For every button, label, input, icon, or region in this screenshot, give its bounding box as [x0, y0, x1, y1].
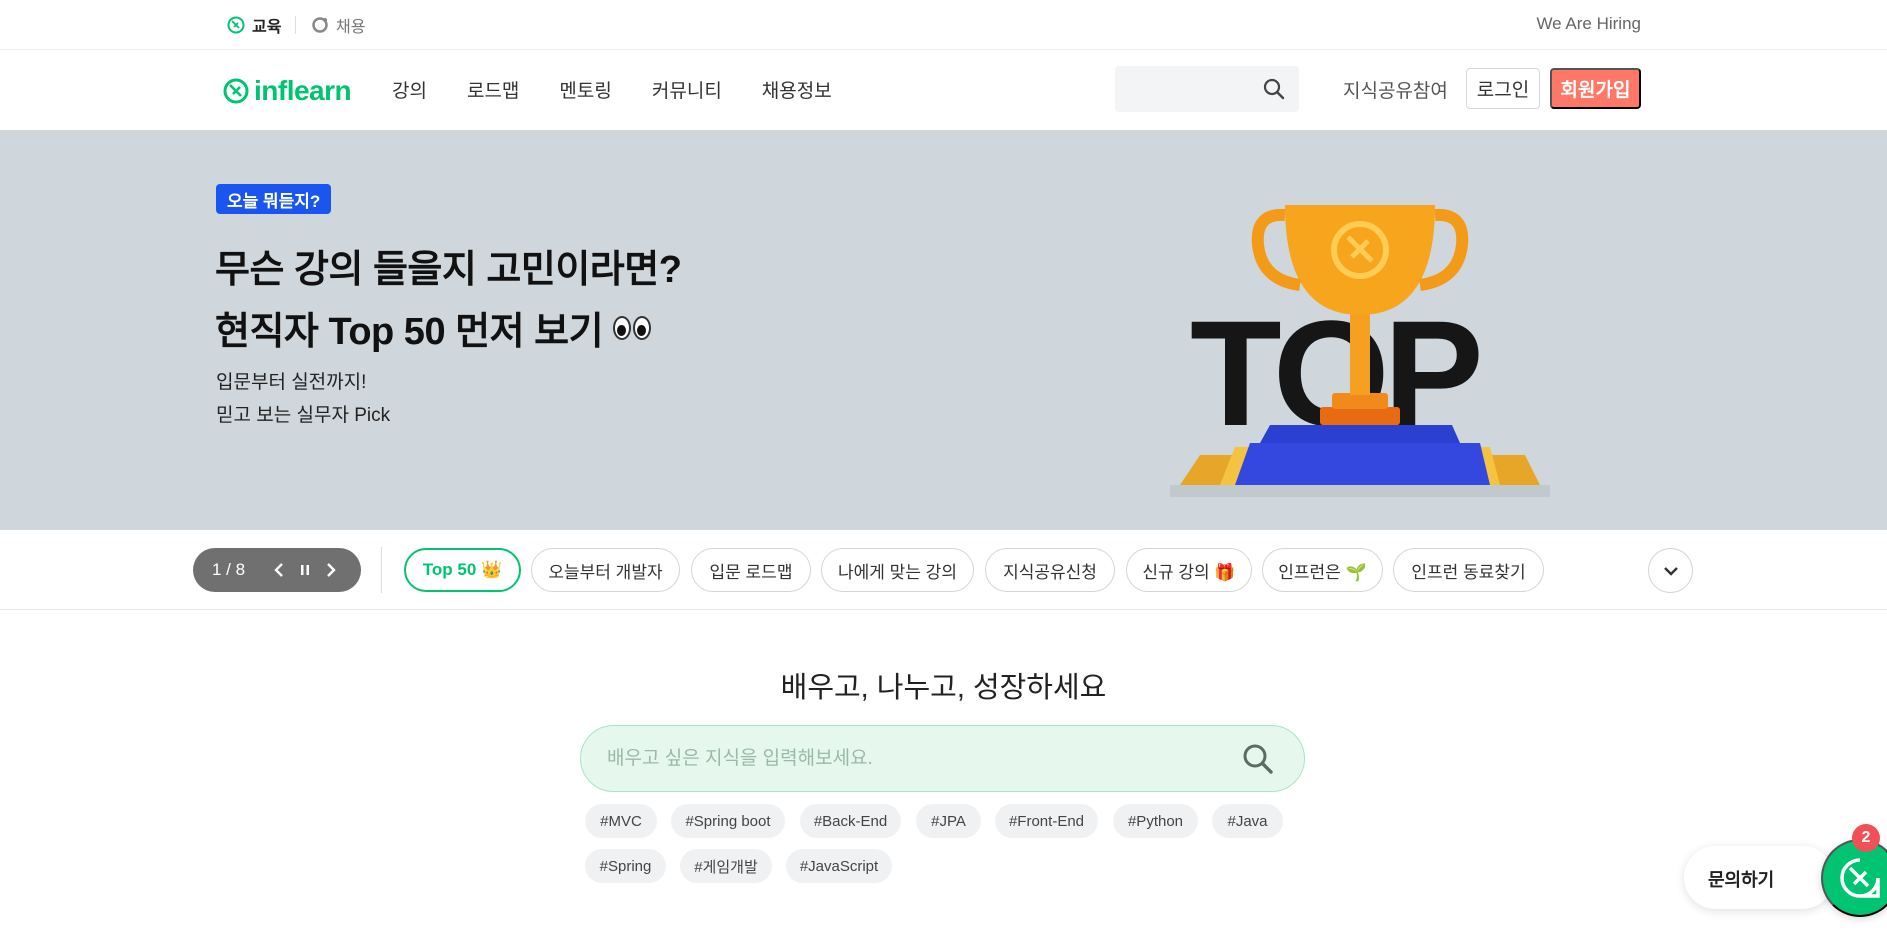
banner-carousel-controls: 1 / 8 Top 50 👑 오늘부터 개발자 입문 로드맵 나에게 맞는 강의…	[0, 530, 1887, 610]
page: { "topbar": { "services": [ {"label": "교…	[0, 0, 1887, 943]
tag-front-end[interactable]: #Front-End	[995, 804, 1098, 838]
nav-item-jobs[interactable]: 채용정보	[762, 76, 832, 103]
tag-spring[interactable]: #Spring	[585, 849, 666, 883]
main-nav: 강의 로드맵 멘토링 커뮤니티 채용정보	[392, 76, 872, 103]
trophy-top-illustration: TOP	[1170, 205, 1550, 497]
tag-spring-boot[interactable]: #Spring boot	[671, 804, 785, 838]
banner-title-line1: 무슨 강의 들을지 고민이라면?	[215, 249, 682, 291]
chip-find-colleagues[interactable]: 인프런 동료찾기	[1393, 548, 1544, 592]
chevron-down-icon	[1663, 566, 1678, 576]
chip-developer-from-today[interactable]: 오늘부터 개발자	[531, 548, 680, 592]
service-career-link[interactable]: 채용	[311, 13, 365, 37]
eyes-emoji-icon	[613, 315, 652, 340]
signup-button[interactable]: 회원가입	[1550, 68, 1641, 109]
tag-python[interactable]: #Python	[1113, 804, 1198, 838]
service-divider	[295, 16, 296, 34]
search-icon[interactable]	[1263, 78, 1285, 105]
tag-jpa[interactable]: #JPA	[916, 804, 981, 838]
chip-knowledge-share-apply[interactable]: 지식공유신청	[985, 548, 1115, 592]
banner-title-line2: 현직자 Top 50 먼저 보기	[215, 300, 652, 355]
chat-leaf-icon	[1840, 858, 1880, 898]
service-career-label: 채용	[336, 19, 366, 36]
tag-game-dev[interactable]: #게임개발	[680, 849, 772, 883]
education-leaf-icon	[227, 16, 245, 34]
banner-title-line2-text: 현직자 Top 50 먼저 보기	[215, 311, 604, 353]
tag-back-end[interactable]: #Back-End	[800, 804, 901, 838]
login-button[interactable]: 로그인	[1466, 68, 1540, 109]
nav-item-courses[interactable]: 강의	[392, 76, 427, 103]
service-education-link[interactable]: 교육	[227, 13, 281, 37]
header-search-input[interactable]	[1115, 66, 1299, 112]
logo-wordmark: inflearn	[254, 75, 352, 106]
carousel-page-indicator: 1 / 8	[212, 560, 246, 579]
chevron-right-icon[interactable]	[318, 557, 344, 583]
main-search-input[interactable]	[607, 744, 1187, 774]
main-search-bar[interactable]	[580, 725, 1305, 792]
main-search-icon[interactable]	[1242, 743, 1274, 780]
chip-courses-for-me[interactable]: 나에게 맞는 강의	[821, 548, 974, 592]
tag-mvc[interactable]: #MVC	[585, 804, 657, 838]
main-headline: 배우고, 나누고, 성장하세요	[780, 672, 1107, 704]
carousel-pager: 1 / 8	[193, 548, 361, 592]
chat-button[interactable]	[1821, 839, 1887, 917]
main-header: inflearn 강의 로드맵 멘토링 커뮤니티 채용정보 지식공유참여 로그인…	[0, 51, 1887, 130]
banner-subtitle-line2: 믿고 보는 실무자 Pick	[216, 405, 391, 426]
pause-icon[interactable]	[292, 557, 318, 583]
hero-banner[interactable]: 오늘 뭐듣지? 무슨 강의 들을지 고민이라면? 현직자 Top 50 먼저 보…	[0, 130, 1887, 530]
chip-new-courses[interactable]: 신규 강의 🎁	[1126, 548, 1252, 592]
chip-about-inflearn[interactable]: 인프런은 🌱	[1262, 548, 1383, 592]
knowledge-share-link[interactable]: 지식공유참여	[1343, 76, 1448, 103]
logo-leaf-icon	[223, 78, 249, 104]
chevron-left-icon[interactable]	[266, 557, 292, 583]
service-bar: 교육 채용 We Are Hiring	[0, 0, 1887, 50]
career-icon	[311, 16, 329, 34]
tag-javascript[interactable]: #JavaScript	[786, 849, 892, 883]
inquiry-label[interactable]: 문의하기	[1708, 866, 1774, 892]
service-education-label: 교육	[252, 19, 282, 36]
banner-badge: 오늘 뭐듣지?	[216, 184, 332, 214]
banner-subtitle-line1: 입문부터 실전까지!	[216, 372, 367, 393]
nav-item-community[interactable]: 커뮤니티	[652, 76, 722, 103]
we-are-hiring-link[interactable]: We Are Hiring	[1536, 14, 1641, 34]
inflearn-logo[interactable]: inflearn	[222, 75, 352, 107]
tag-java[interactable]: #Java	[1212, 804, 1283, 838]
nav-item-mentoring[interactable]: 멘토링	[559, 76, 611, 103]
expand-chips-button[interactable]	[1648, 548, 1693, 593]
chip-intro-roadmap[interactable]: 입문 로드맵	[691, 548, 811, 592]
notification-count-badge: 2	[1852, 824, 1880, 852]
nav-item-roadmap[interactable]: 로드맵	[467, 76, 519, 103]
chip-top50[interactable]: Top 50 👑	[404, 548, 521, 592]
controls-divider	[381, 547, 382, 593]
